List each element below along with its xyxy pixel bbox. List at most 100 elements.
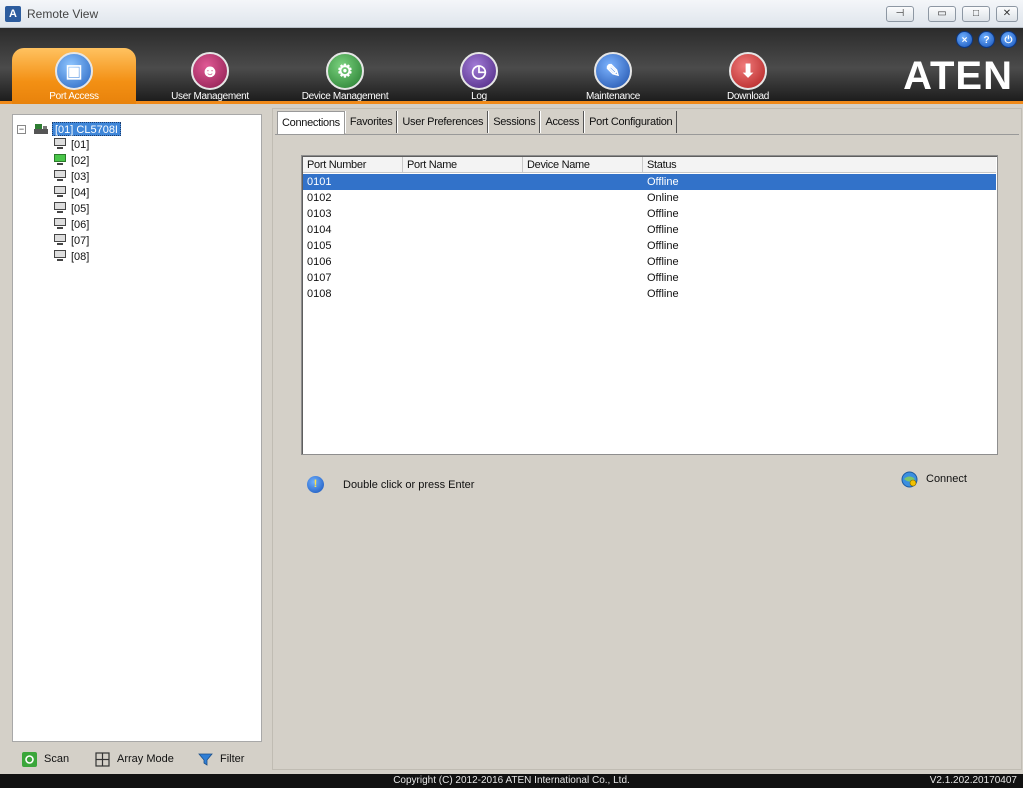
power-icon[interactable]: ⏻ <box>1000 31 1017 48</box>
tree-root-label[interactable]: [01] CL5708I <box>52 122 121 136</box>
status-cell: Offline <box>647 272 679 284</box>
pin-button[interactable]: ⊣ <box>886 6 914 22</box>
computer-online-icon <box>54 154 66 166</box>
aten-logo: ATEN <box>903 54 1013 98</box>
help-icon[interactable]: ? <box>978 31 995 48</box>
connect-button[interactable]: Connect <box>901 470 967 488</box>
port-name-cell <box>403 222 523 238</box>
computer-icon <box>54 170 66 182</box>
scan-button[interactable]: Scan <box>22 751 69 767</box>
tab-sessions[interactable]: Sessions <box>488 111 541 133</box>
computer-icon <box>54 218 66 230</box>
port-number-cell: 0105 <box>307 240 332 252</box>
column-header[interactable]: Port Number <box>303 157 403 173</box>
status-bar: Copyright (C) 2012-2016 ATEN Internation… <box>0 774 1023 788</box>
scan-icon <box>22 751 37 767</box>
port-name-cell <box>403 270 523 286</box>
toolbar-maintenance[interactable]: ✎ Maintenance <box>551 48 675 104</box>
connect-icon <box>901 471 918 488</box>
column-header[interactable]: Status <box>643 157 996 173</box>
device-tree-panel: − [01] CL5708I [01] [02] [03] [04] [05] … <box>12 114 262 742</box>
computer-icon <box>54 186 66 198</box>
column-header[interactable]: Device Name <box>523 157 643 173</box>
users-icon: ☻ <box>191 52 229 90</box>
tree-root[interactable]: − [01] CL5708I <box>17 121 121 137</box>
device-name-cell <box>523 190 643 206</box>
close-icon[interactable]: × <box>956 31 973 48</box>
status-cell: Offline <box>647 176 679 188</box>
device-name-cell <box>523 238 643 254</box>
port-number-cell: 0104 <box>307 224 332 236</box>
tab-access[interactable]: Access <box>540 111 585 133</box>
status-cell: Offline <box>647 240 679 252</box>
table-row[interactable]: 0101 Offline <box>303 174 996 190</box>
tree-item-07[interactable]: [07] <box>17 233 89 249</box>
table-row[interactable]: 0105 Offline <box>303 238 996 254</box>
toolbar-port-access[interactable]: ▣ Port Access <box>12 48 136 104</box>
array-mode-button[interactable]: Array Mode <box>95 751 174 767</box>
status-cell: Offline <box>647 256 679 268</box>
computer-icon <box>54 202 66 214</box>
device-name-cell <box>523 270 643 286</box>
version-text: V2.1.202.20170407 <box>929 775 1017 786</box>
port-number-cell: 0103 <box>307 208 332 220</box>
filter-icon <box>198 753 213 766</box>
tree-item-08[interactable]: [08] <box>17 249 89 265</box>
computer-icon <box>54 234 66 246</box>
tab-connections[interactable]: Connections <box>277 111 345 135</box>
toolbar-user-management[interactable]: ☻ User Management <box>148 48 272 104</box>
tab-favorites[interactable]: Favorites <box>344 111 398 133</box>
table-row[interactable]: 0107 Offline <box>303 270 996 286</box>
port-list[interactable]: Port Number Port Name Device Name Status… <box>301 155 998 455</box>
device-name-cell <box>523 174 643 190</box>
app-icon: A <box>5 6 21 22</box>
status-cell: Offline <box>647 224 679 236</box>
status-cell: Offline <box>647 208 679 220</box>
toolbar-download[interactable]: ⬇ Download <box>686 48 810 104</box>
device-name-cell <box>523 286 643 302</box>
maximize-button[interactable]: □ <box>962 6 990 22</box>
connections-tab-body: Port Number Port Name Device Name Status… <box>275 134 1019 766</box>
tab-user-preferences[interactable]: User Preferences <box>397 111 489 133</box>
port-number-cell: 0107 <box>307 272 332 284</box>
status-cell: Offline <box>647 288 679 300</box>
port-name-cell <box>403 190 523 206</box>
port-name-cell <box>403 238 523 254</box>
tab-port-configuration[interactable]: Port Configuration <box>584 111 678 133</box>
hint-text: Double click or press Enter <box>343 479 475 491</box>
table-row[interactable]: 0104 Offline <box>303 222 996 238</box>
computer-icon <box>54 250 66 262</box>
minimize-button[interactable]: ▭ <box>928 6 956 22</box>
maintenance-icon: ✎ <box>594 52 632 90</box>
port-name-cell <box>403 286 523 302</box>
table-row[interactable]: 0108 Offline <box>303 286 996 302</box>
title-bar: A Remote View ⊣ ▭ □ ✕ <box>0 0 1023 28</box>
tree-item-03[interactable]: [03] <box>17 169 89 185</box>
toolbar-device-management[interactable]: ⚙ Device Management <box>283 48 407 104</box>
switch-icon <box>34 124 48 134</box>
port-name-cell <box>403 254 523 270</box>
port-number-cell: 0102 <box>307 192 332 204</box>
table-row[interactable]: 0103 Offline <box>303 206 996 222</box>
column-header[interactable]: Port Name <box>403 157 523 173</box>
close-window-button[interactable]: ✕ <box>996 6 1018 22</box>
port-list-rows: 0101 Offline 0102 Online 0103 Offline 01… <box>303 174 996 302</box>
port-number-cell: 0106 <box>307 256 332 268</box>
tree-item-02[interactable]: [02] <box>17 153 89 169</box>
port-number-cell: 0108 <box>307 288 332 300</box>
tree-item-04[interactable]: [04] <box>17 185 89 201</box>
collapse-icon[interactable]: − <box>17 125 26 134</box>
port-name-cell <box>403 206 523 222</box>
tree-item-01[interactable]: [01] <box>17 137 89 153</box>
toolbar-mod-buttons: × ? ⏻ <box>956 31 1017 48</box>
tree-actions-bar: Scan Array Mode Filter <box>12 746 262 772</box>
table-row[interactable]: 0102 Online <box>303 190 996 206</box>
main-panel: Connections Favorites User Preferences S… <box>272 108 1022 770</box>
port-list-header: Port Number Port Name Device Name Status <box>303 157 996 173</box>
toolbar-log[interactable]: ◷ Log <box>417 48 541 104</box>
main-toolbar: × ? ⏻ ▣ Port Access ☻ User Management ⚙ … <box>0 28 1023 104</box>
tree-item-06[interactable]: [06] <box>17 217 89 233</box>
table-row[interactable]: 0106 Offline <box>303 254 996 270</box>
filter-button[interactable]: Filter <box>198 751 244 767</box>
tree-item-05[interactable]: [05] <box>17 201 89 217</box>
